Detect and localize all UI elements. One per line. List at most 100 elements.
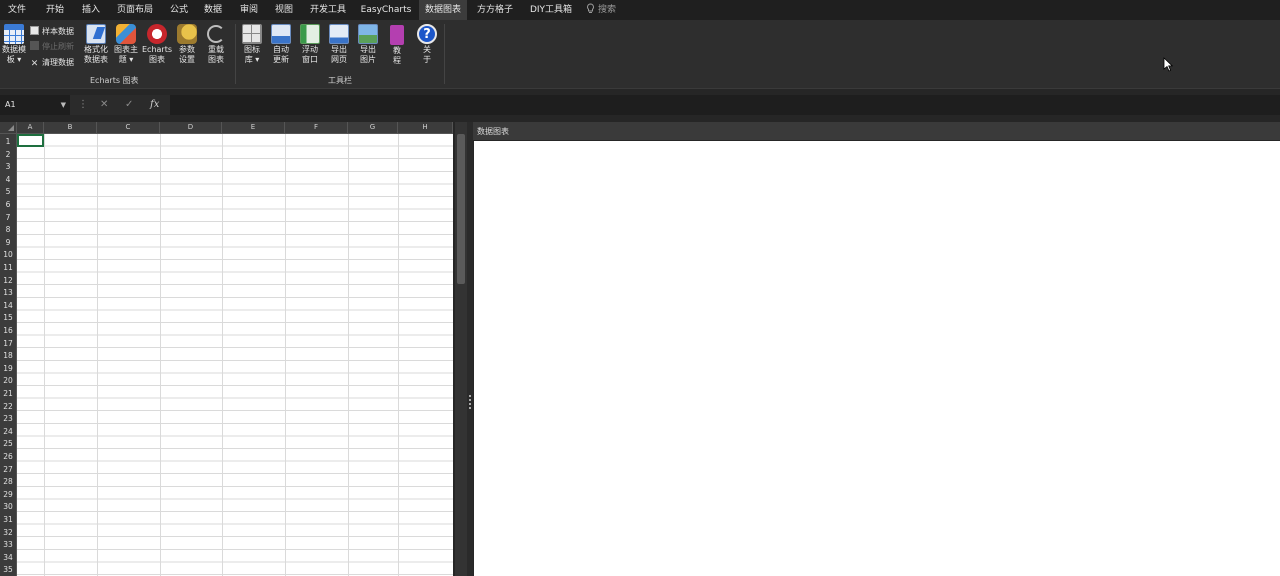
echarts-chart-button[interactable]: Echarts 图表	[142, 24, 172, 65]
about-button[interactable]: ? 关 于	[414, 24, 440, 65]
tab-insert[interactable]: 插入	[78, 0, 104, 20]
gridline	[97, 134, 98, 576]
chevron-down-icon[interactable]: ▼	[61, 95, 66, 115]
format-datatable-button[interactable]: 格式化 数据表	[82, 24, 110, 65]
vertical-scrollbar[interactable]	[455, 122, 467, 576]
floating-window-button[interactable]: 浮动 窗口	[297, 24, 323, 65]
parameter-settings-button[interactable]: 参数 设置	[174, 24, 200, 65]
tab-diy-toolbox[interactable]: DIY工具箱	[526, 0, 576, 20]
column-header[interactable]: H	[398, 122, 453, 133]
tell-me-search[interactable]: 搜索	[586, 0, 616, 20]
format-table-icon	[86, 24, 106, 44]
row-header[interactable]: 17	[0, 338, 16, 350]
select-all-corner[interactable]	[0, 122, 17, 133]
row-header[interactable]: 15	[0, 312, 16, 324]
reload-chart-button[interactable]: 重载 图表	[203, 24, 229, 65]
palette-icon	[116, 24, 136, 44]
tab-home[interactable]: 开始	[42, 0, 68, 20]
row-header[interactable]: 13	[0, 287, 16, 299]
chart-canvas[interactable]	[474, 141, 1280, 576]
row-header[interactable]: 9	[0, 237, 16, 249]
worksheet-grid[interactable]: A B C D E F G H 1 2 3 4 5 6 7 8 9 10 11 12 13 14 15 16 1…	[0, 122, 453, 576]
row-header[interactable]: 19	[0, 363, 16, 375]
row-header[interactable]: 34	[0, 552, 16, 564]
row-header[interactable]: 27	[0, 464, 16, 476]
row-header[interactable]: 26	[0, 451, 16, 463]
row-header[interactable]: 22	[0, 401, 16, 413]
row-header[interactable]: 8	[0, 224, 16, 236]
more-options-icon[interactable]: ⋮	[78, 95, 88, 115]
splitter-grip-icon[interactable]	[469, 395, 471, 409]
row-header[interactable]: 25	[0, 438, 16, 450]
tab-file[interactable]: 文件	[4, 0, 30, 20]
column-header-bar: A B C D E F G H	[0, 122, 453, 134]
enter-check-icon[interactable]: ✓	[125, 95, 133, 115]
name-box[interactable]: A1 ▼	[0, 95, 70, 115]
column-header[interactable]: A	[17, 122, 44, 133]
export-webpage-button[interactable]: 导出 网页	[326, 24, 352, 65]
row-header[interactable]: 18	[0, 350, 16, 362]
row-header[interactable]: 7	[0, 212, 16, 224]
about-label-2: 于	[423, 55, 431, 64]
row-header[interactable]: 12	[0, 275, 16, 287]
tutorial-button[interactable]: 教 程	[385, 24, 409, 66]
cancel-icon[interactable]: ✕	[100, 95, 108, 115]
row-header[interactable]: 5	[0, 186, 16, 198]
row-header[interactable]: 32	[0, 527, 16, 539]
row-header[interactable]: 30	[0, 501, 16, 513]
icon-library-label-2: 库 ▾	[244, 55, 260, 64]
row-header[interactable]: 11	[0, 262, 16, 274]
formula-input[interactable]	[170, 95, 1280, 115]
stop-refresh-button: 停止刷新	[30, 41, 74, 52]
tab-view[interactable]: 视图	[271, 0, 297, 20]
floating-window-label-1: 浮动	[302, 45, 318, 54]
row-header[interactable]: 28	[0, 476, 16, 488]
selected-cell-a1[interactable]	[17, 134, 44, 147]
tab-formulas[interactable]: 公式	[166, 0, 192, 20]
column-header[interactable]: B	[44, 122, 97, 133]
row-header[interactable]: 16	[0, 325, 16, 337]
tab-review[interactable]: 审阅	[236, 0, 262, 20]
sample-data-button[interactable]: 样本数据	[30, 26, 74, 37]
row-header[interactable]: 33	[0, 539, 16, 551]
row-header[interactable]: 35	[0, 564, 16, 576]
insert-function-icon[interactable]: fx	[150, 95, 159, 115]
tab-page-layout[interactable]: 页面布局	[112, 0, 158, 20]
row-header[interactable]: 2	[0, 149, 16, 161]
column-header[interactable]: G	[348, 122, 398, 133]
row-header[interactable]: 4	[0, 174, 16, 186]
row-header[interactable]: 21	[0, 388, 16, 400]
auto-update-button[interactable]: 自动 更新	[268, 24, 294, 65]
row-header[interactable]: 3	[0, 161, 16, 173]
tab-easycharts[interactable]: EasyCharts	[358, 0, 414, 20]
echarts-group-label: Echarts 图表	[90, 76, 139, 85]
column-header[interactable]: F	[285, 122, 348, 133]
data-template-button[interactable]: 数据模 板 ▾	[1, 24, 27, 65]
cell-area[interactable]	[17, 134, 453, 576]
gridline	[285, 134, 286, 576]
row-header[interactable]: 14	[0, 300, 16, 312]
row-header[interactable]: 29	[0, 489, 16, 501]
reload-chart-label-2: 图表	[208, 55, 224, 64]
row-header[interactable]: 24	[0, 426, 16, 438]
data-template-label-1: 数据模	[2, 45, 26, 54]
row-header[interactable]: 1	[0, 136, 16, 148]
row-header[interactable]: 20	[0, 375, 16, 387]
row-header[interactable]: 23	[0, 413, 16, 425]
tab-data-charts[interactable]: 数据图表	[419, 0, 467, 20]
row-header[interactable]: 6	[0, 199, 16, 211]
column-header[interactable]: D	[160, 122, 222, 133]
column-header[interactable]: C	[97, 122, 160, 133]
row-header[interactable]: 31	[0, 514, 16, 526]
tab-data[interactable]: 数据	[200, 0, 226, 20]
stop-refresh-label: 停止刷新	[42, 42, 74, 51]
row-header[interactable]: 10	[0, 249, 16, 261]
column-header[interactable]: E	[222, 122, 285, 133]
scrollbar-thumb[interactable]	[457, 134, 465, 284]
tab-developer[interactable]: 开发工具	[305, 0, 351, 20]
clear-data-button[interactable]: ✕ 清理数据	[30, 57, 74, 69]
icon-library-button[interactable]: 图标 库 ▾	[239, 24, 265, 65]
chart-theme-button[interactable]: 图表主 题 ▾	[112, 24, 140, 65]
tab-fangfang-gezi[interactable]: 方方格子	[472, 0, 518, 20]
export-image-button[interactable]: 导出 图片	[355, 24, 381, 65]
